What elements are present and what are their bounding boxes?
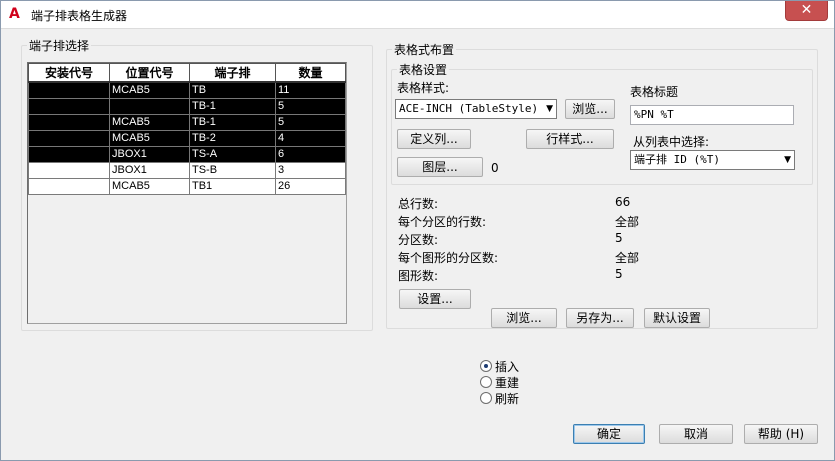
from-column-value: 端子排 ID (%T): [634, 153, 720, 166]
column-header-location[interactable]: 位置代号: [109, 63, 190, 83]
style-browse-button[interactable]: 浏览...: [565, 99, 615, 119]
ok-button[interactable]: 确定: [573, 424, 645, 444]
cell-strip[interactable]: TS-A: [189, 145, 276, 163]
autocad-logo-icon: A: [9, 6, 20, 22]
stat-value: 5: [615, 231, 623, 245]
cell-location[interactable]: MCAB5: [109, 129, 190, 147]
stat-label: 图形数:: [398, 269, 439, 283]
window-title: 端子排表格生成器: [31, 9, 128, 23]
close-icon: ✕: [800, 2, 813, 18]
from-column-select[interactable]: 端子排 ID (%T) ▼: [630, 150, 795, 170]
cell-location[interactable]: MCAB5: [109, 113, 190, 131]
cell-count[interactable]: 11: [275, 81, 346, 99]
layer-value: 0: [491, 161, 499, 175]
cell-count[interactable]: 4: [275, 129, 346, 147]
chevron-down-icon: ▼: [784, 155, 791, 165]
cell-strip[interactable]: TS-B: [189, 161, 276, 179]
column-header-install[interactable]: 安装代号: [28, 63, 110, 83]
cell-count[interactable]: 6: [275, 145, 346, 163]
table-header-row: 安装代号 位置代号 端子排 数量: [28, 63, 346, 83]
cell-count[interactable]: 5: [275, 97, 346, 115]
defaults-button[interactable]: 默认设置: [644, 308, 710, 328]
cell-count[interactable]: 26: [275, 177, 346, 195]
table-settings-legend: 表格设置: [399, 63, 448, 77]
stat-label: 每个图形的分区数:: [398, 251, 499, 265]
cell-install[interactable]: [28, 97, 110, 115]
mode-radio[interactable]: [480, 360, 492, 372]
stat-label: 每个分区的行数:: [398, 215, 487, 229]
strip-selection-legend: 端子排选择: [29, 39, 90, 53]
mode-radio-label[interactable]: 刷新: [495, 390, 519, 407]
cell-location[interactable]: JBOX1: [109, 161, 190, 179]
cell-install[interactable]: [28, 129, 110, 147]
cell-location[interactable]: MCAB5: [109, 177, 190, 195]
cell-install[interactable]: [28, 113, 110, 131]
cancel-button[interactable]: 取消: [659, 424, 733, 444]
table-style-label: 表格样式:: [397, 81, 450, 95]
table-row[interactable]: MCAB5 TB-1 5: [28, 113, 346, 131]
title-bar: A 端子排表格生成器 ✕: [1, 1, 834, 29]
table-row[interactable]: JBOX1 TS-B 3: [28, 161, 346, 179]
stat-value: 全部: [615, 251, 640, 265]
help-button[interactable]: 帮助 (H): [744, 424, 818, 444]
table-layout-legend: 表格式布置: [394, 43, 455, 57]
mode-radio-label[interactable]: 重建: [495, 374, 519, 391]
cell-install[interactable]: [28, 145, 110, 163]
table-row[interactable]: TB-1 5: [28, 97, 346, 115]
browse-button[interactable]: 浏览...: [491, 308, 557, 328]
layer-button[interactable]: 图层...: [397, 157, 483, 177]
cell-install[interactable]: [28, 161, 110, 179]
table-row[interactable]: MCAB5 TB-2 4: [28, 129, 346, 147]
table-style-value: ACE-INCH (TableStyle): [399, 102, 539, 115]
column-header-count[interactable]: 数量: [275, 63, 346, 83]
strip-table-body: MCAB5 TB 11 TB-1 5 MCAB5 TB-1 5 MCAB5 TB-2 4 JBOX1 T…: [28, 81, 346, 195]
column-header-strip[interactable]: 端子排: [189, 63, 276, 83]
cell-install[interactable]: [28, 177, 110, 195]
table-title-legend: 表格标题: [630, 85, 679, 99]
strip-table-container[interactable]: 安装代号 位置代号 端子排 数量 MCAB5 TB 11 TB-1 5 MCAB5 TB-1…: [27, 62, 347, 324]
stat-value: 全部: [615, 215, 640, 229]
strip-table: 安装代号 位置代号 端子排 数量 MCAB5 TB 11 TB-1 5 MCAB5 TB-1…: [28, 63, 346, 195]
cell-strip[interactable]: TB-1: [189, 113, 276, 131]
chevron-down-icon: ▼: [546, 104, 553, 114]
cell-strip[interactable]: TB1: [189, 177, 276, 195]
from-column-label: 从列表中选择:: [633, 135, 710, 149]
table-row[interactable]: JBOX1 TS-A 6: [28, 145, 346, 163]
row-style-button[interactable]: 行样式...: [526, 129, 614, 149]
stat-value: 5: [615, 267, 623, 281]
mode-radio-label[interactable]: 插入: [495, 358, 519, 375]
table-style-select[interactable]: ACE-INCH (TableStyle) ▼: [395, 99, 557, 119]
cell-count[interactable]: 3: [275, 161, 346, 179]
dialog-window: A 端子排表格生成器 ✕ 端子排选择 安装代号 位置代号 端子排 数量 MCAB…: [0, 0, 835, 461]
mode-radio[interactable]: [480, 376, 492, 388]
close-button[interactable]: ✕: [785, 1, 828, 21]
table-row[interactable]: MCAB5 TB 11: [28, 81, 346, 99]
cell-install[interactable]: [28, 81, 110, 99]
define-columns-button[interactable]: 定义列...: [397, 129, 471, 149]
setup-button[interactable]: 设置...: [399, 289, 471, 309]
cell-location[interactable]: [109, 97, 190, 115]
stat-label: 分区数:: [398, 233, 439, 247]
cell-location[interactable]: JBOX1: [109, 145, 190, 163]
cell-strip[interactable]: TB-2: [189, 129, 276, 147]
cell-strip[interactable]: TB: [189, 81, 276, 99]
table-title-input[interactable]: %PN %T: [630, 105, 794, 125]
cell-location[interactable]: MCAB5: [109, 81, 190, 99]
stat-label: 总行数:: [398, 197, 439, 211]
stat-value: 66: [615, 195, 631, 209]
table-row[interactable]: MCAB5 TB1 26: [28, 177, 346, 195]
save-as-button[interactable]: 另存为...: [566, 308, 634, 328]
cell-count[interactable]: 5: [275, 113, 346, 131]
cell-strip[interactable]: TB-1: [189, 97, 276, 115]
mode-radio[interactable]: [480, 392, 492, 404]
